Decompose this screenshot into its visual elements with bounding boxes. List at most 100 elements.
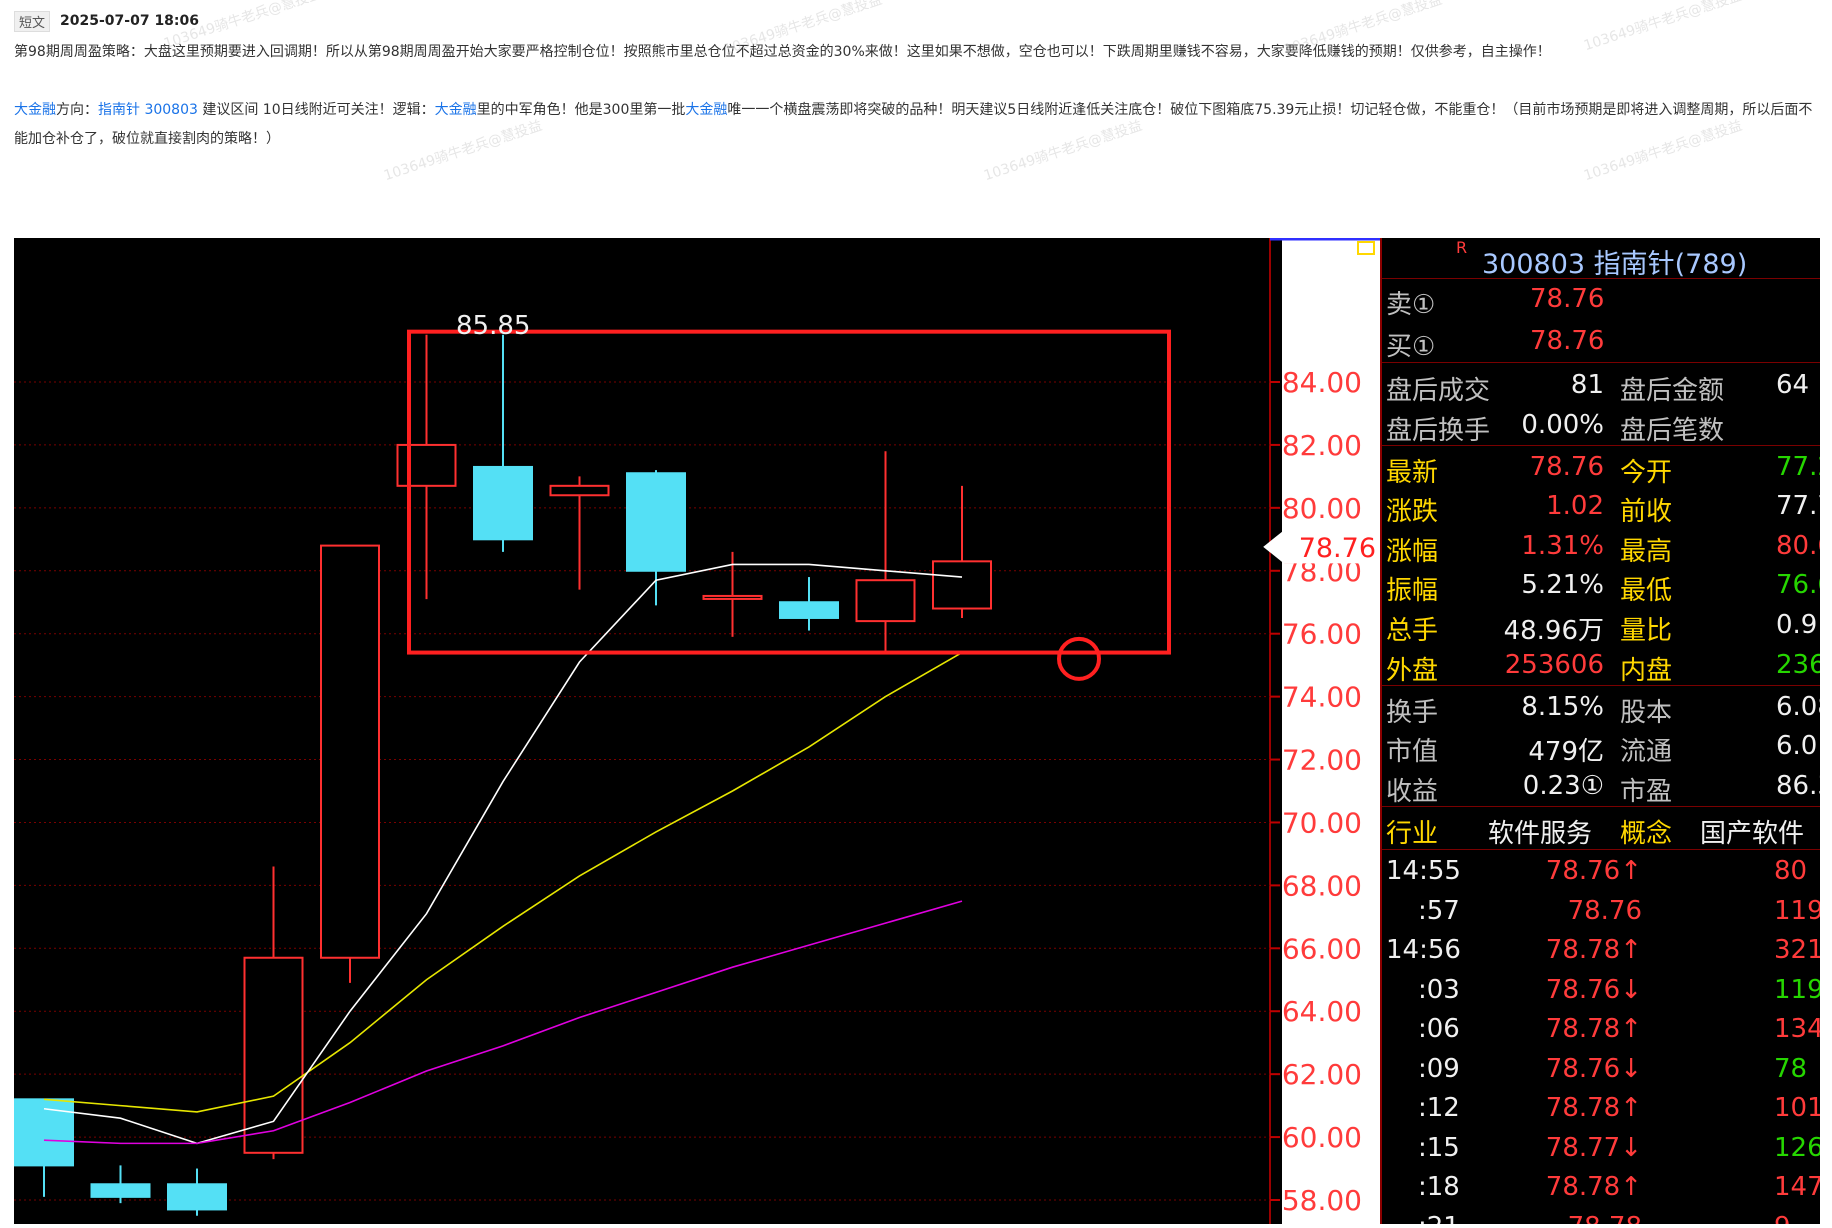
y-tick-label: 82.00 (1282, 429, 1362, 462)
tick-volume: 9 (1774, 1212, 1791, 1224)
field-label: 盘后笔数 (1620, 415, 1725, 446)
field-value: 软件服务 (1488, 818, 1593, 849)
tick-row[interactable]: 14:55 78.76↑ 80 (1382, 852, 1820, 890)
tick-price: 78.76↑ (1545, 856, 1642, 887)
tick-price: 78.76 (1567, 895, 1642, 926)
field-label: 股本 (1620, 697, 1673, 728)
field-label: 市盈 (1620, 776, 1673, 807)
tick-volume: 147 (1774, 1172, 1820, 1203)
quote-title-row: R 300803 指南针(789) (1382, 238, 1820, 280)
candle-body (320, 544, 380, 959)
tick-row[interactable]: :2178.789 (1382, 1208, 1820, 1224)
tick-price: 78.78↑ (1545, 1093, 1642, 1124)
candle-body (932, 560, 992, 610)
quote-row: 总手 48.96万 量比 0.9 (1382, 606, 1820, 646)
field-value: 6.01 (1776, 731, 1820, 762)
field-value: 国产软件 (1700, 818, 1805, 849)
field-label: 前收 (1620, 497, 1673, 528)
post-tag[interactable]: 短文 (14, 10, 51, 32)
field-label: 流通 (1620, 737, 1673, 768)
tick-price: 78.76↓ (1545, 974, 1642, 1005)
field-value: 77.7 (1776, 491, 1820, 522)
field-value: 64 (1776, 370, 1810, 400)
tick-row[interactable]: :18 78.78↑ 147 (1382, 1168, 1820, 1206)
tick-row[interactable]: :03 78.76↓ 119 (1382, 971, 1820, 1009)
tick-row[interactable]: :15 78.77↓ 126 (1382, 1129, 1820, 1167)
field-label: 量比 (1620, 616, 1673, 646)
stoploss-circle-annotation (1057, 636, 1101, 681)
field-value: 8.15% (1521, 691, 1604, 722)
text-seg: 建议区间 10日线附近可关注！逻辑： (197, 102, 435, 118)
link-dajinrong[interactable]: 大金融 (685, 102, 727, 118)
tick-price: 78.76↓ (1545, 1053, 1642, 1084)
field-label: 最低 (1620, 576, 1673, 607)
field-value: 1.02 (1546, 491, 1604, 522)
field-label: 概念 (1620, 818, 1673, 849)
candle-body (473, 465, 533, 541)
buy1-label: 买① (1386, 332, 1436, 362)
field-value: 78.76 (1529, 451, 1604, 482)
y-tick-label: 74.00 (1282, 681, 1362, 714)
quote-row: 振幅5.21%最低76.6 (1382, 566, 1820, 607)
candle-body (167, 1183, 227, 1211)
buy1-value: 78.76 (1530, 326, 1605, 356)
sell1-row: 卖① 78.76 (1382, 280, 1820, 320)
tick-volume: 321 (1774, 935, 1820, 966)
text-seg: 方向： (56, 102, 98, 118)
quote-row: 换手8.15%股本6.08 (1382, 688, 1820, 728)
field-value: 0.23① (1522, 770, 1604, 801)
candle-body (702, 594, 763, 600)
candle-body (855, 579, 916, 623)
high-price-label: 85.85 (456, 311, 530, 341)
y-tick-label: 64.00 (1282, 995, 1362, 1028)
tick-price: 78.78↑ (1545, 935, 1642, 966)
tick-row[interactable]: 14:56 78.78↑ 321 (1382, 931, 1820, 969)
realtime-badge: R (1456, 238, 1468, 257)
quote-row: 行业 软件服务 概念 国产软件 (1382, 809, 1820, 849)
field-value: 81 (1570, 370, 1604, 400)
sell1-label: 卖① (1386, 290, 1436, 320)
quote-row: 涨幅1.31%最高80.6 (1382, 527, 1820, 567)
field-value: 0.9 (1776, 610, 1818, 640)
strategy-paragraph: 第98期周周盈策略：大盘这里预期要进入回调期！所以从第98期周周盈开始大家要严格… (14, 44, 1551, 60)
field-label: 今开 (1620, 457, 1673, 488)
tick-row[interactable]: :09 78.76↓ 78 (1382, 1050, 1820, 1088)
candle-body (626, 472, 686, 572)
kline-svg: 84.0082.0080.0078.0076.0074.0072.0070.00… (14, 237, 1381, 1224)
post-datetime: 2025-07-07 18:06 (60, 13, 200, 29)
candle-body (779, 601, 839, 619)
quote-row: 盘后换手 0.00% 盘后笔数 (1382, 406, 1820, 446)
tick-price: 78.78↑ (1545, 1014, 1642, 1045)
y-tick-label: 66.00 (1282, 932, 1362, 965)
kline-chart[interactable]: 84.00 82.00 80.00 78.00 76.00 74.00 72.00 70.00… (14, 237, 1381, 1224)
tick-row[interactable]: :57 78.76 119 (1382, 892, 1820, 930)
candle-body (396, 443, 457, 487)
candle-body (549, 484, 610, 497)
buy1-row: 买① 78.76 (1382, 322, 1820, 362)
field-value: 6.08 (1776, 691, 1820, 722)
y-tick-label: 68.00 (1282, 869, 1362, 902)
tick-price: 78.77↓ (1545, 1132, 1642, 1163)
field-value: 77.2 (1776, 451, 1820, 482)
quote-row: 外盘253606内盘2360 (1382, 646, 1820, 686)
field-value: 253606 (1504, 649, 1604, 680)
quote-row: 盘后成交 81 盘后金额 64 (1382, 366, 1820, 406)
tick-volume: 126 (1774, 1132, 1820, 1163)
tick-price: 78.78↑ (1545, 1172, 1642, 1203)
link-stock[interactable]: 指南针 300803 (98, 102, 198, 118)
field-value: 76.6 (1776, 570, 1820, 601)
field-value: 5.21% (1521, 570, 1604, 601)
y-tick-label: 60.00 (1282, 1121, 1362, 1154)
field-label: 最高 (1620, 536, 1673, 567)
ma10-line (43, 651, 963, 1113)
sell1-value: 78.76 (1530, 284, 1605, 314)
tick-row[interactable]: :12 78.78↑ 101 (1382, 1089, 1820, 1127)
link-dajinrong[interactable]: 大金融 (435, 102, 477, 118)
tick-row[interactable]: :06 78.78↑ 134 (1382, 1010, 1820, 1048)
link-dajinrong[interactable]: 大金融 (14, 102, 56, 118)
current-price-label: 78.76 (1299, 533, 1376, 564)
quote-row: 涨跌1.02前收77.7 (1382, 487, 1820, 528)
y-tick-label: 84.00 (1282, 366, 1362, 399)
candle-body (90, 1183, 151, 1198)
stock-paragraph: 大金融方向：指南针 300803 建议区间 10日线附近可关注！逻辑：大金融里的… (14, 96, 1819, 154)
